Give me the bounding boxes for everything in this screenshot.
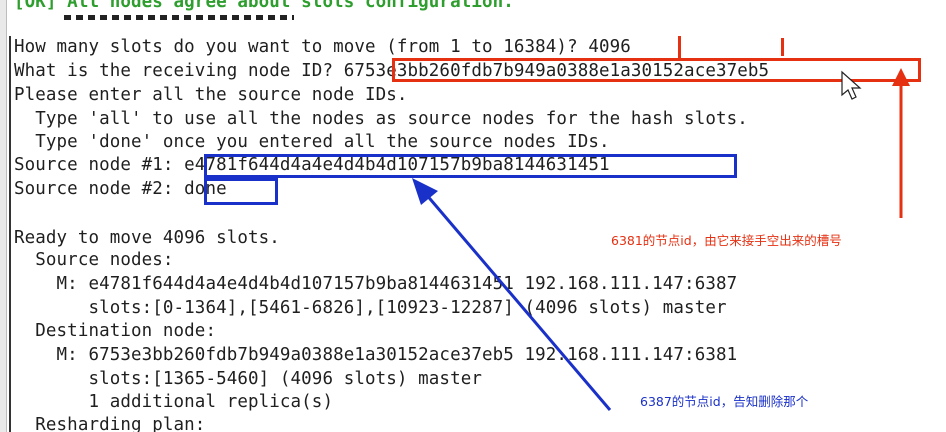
red-arrow (892, 68, 910, 218)
blue-arrow (412, 178, 612, 411)
annotation-arrows (412, 68, 910, 411)
terminal-window[interactable]: [OK] All nodes agree about slots configu… (0, 0, 946, 432)
source-node-annotation: 6387的节点id，告知删除那个 (640, 394, 809, 409)
receiving-node-annotation: 6381的节点id，由它来接手空出来的槽号 (611, 233, 842, 248)
mouse-cursor-icon (841, 70, 862, 100)
